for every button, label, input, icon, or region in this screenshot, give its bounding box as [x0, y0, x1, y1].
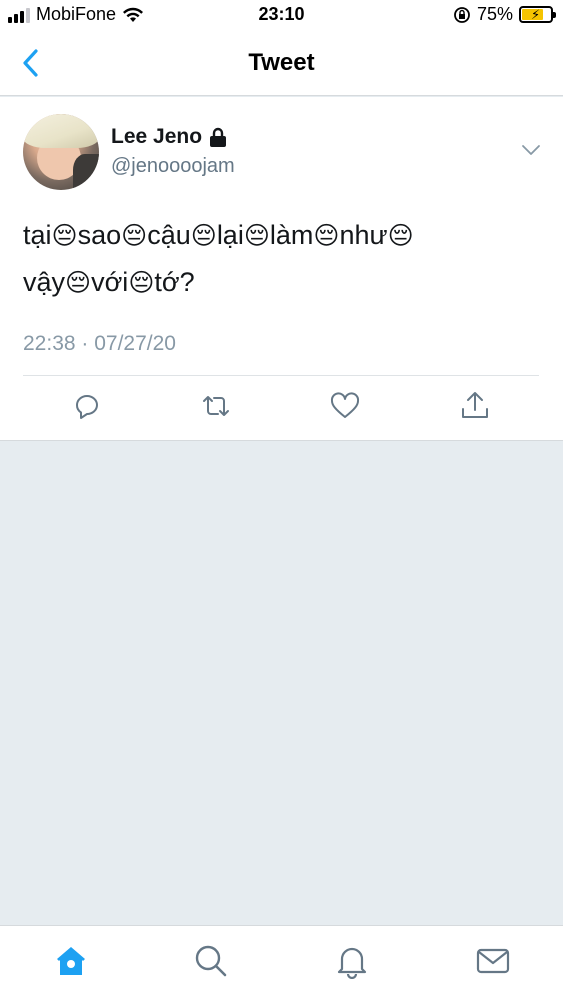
pensive-emoji: 😔: [128, 269, 155, 297]
tweet-card: Lee Jeno @jenoooojam tại😔sao😔cậu😔lại😔làm…: [0, 97, 563, 441]
mail-icon[interactable]: [475, 943, 511, 979]
heart-icon[interactable]: [329, 390, 361, 422]
tweet-word: tớ?: [154, 267, 195, 297]
pensive-emoji: 😔: [121, 222, 148, 250]
retweet-icon[interactable]: [200, 390, 232, 422]
tweet-word: sao: [77, 220, 122, 250]
tweet-word: làm: [269, 220, 314, 250]
tweet-word: lại: [216, 220, 244, 250]
tweet-word: như: [339, 220, 388, 250]
chevron-down-icon[interactable]: [521, 143, 541, 157]
orientation-lock-icon: [454, 6, 470, 23]
pensive-emoji: 😔: [387, 222, 414, 250]
tweet-word: với: [91, 267, 129, 297]
display-name[interactable]: Lee Jeno: [111, 125, 202, 149]
nav-header: Tweet: [0, 30, 563, 96]
tweet-text: tại😔sao😔cậu😔lại😔làm😔như😔 vậy😔với😔tớ?: [23, 212, 543, 306]
home-icon[interactable]: [53, 943, 89, 979]
status-right: 75% ⚡: [453, 4, 556, 25]
tweet-word: cậu: [147, 220, 191, 250]
status-bar: MobiFone 23:10 75% ⚡: [0, 0, 563, 30]
tweet-word: vậy: [23, 267, 66, 297]
pensive-emoji: 😔: [51, 222, 78, 250]
share-icon[interactable]: [459, 390, 491, 422]
tab-bar: [0, 925, 563, 1001]
name-row: Lee Jeno: [111, 125, 228, 149]
lock-icon: [210, 127, 227, 147]
battery-icon: ⚡: [519, 6, 556, 23]
user-handle[interactable]: @jenoooojam: [111, 155, 235, 178]
reply-icon[interactable]: [71, 390, 103, 422]
pensive-emoji: 😔: [313, 222, 340, 250]
battery-percent: 75%: [476, 4, 513, 24]
search-icon[interactable]: [193, 943, 229, 979]
tweet-actions: [0, 376, 563, 440]
pensive-emoji: 😔: [243, 222, 270, 250]
pensive-emoji: 😔: [65, 269, 92, 297]
bell-icon[interactable]: [334, 943, 370, 979]
tweet-word: tại: [23, 220, 52, 250]
tweet-timestamp[interactable]: 22:38 · 07/27/20: [23, 332, 176, 356]
avatar[interactable]: [23, 114, 99, 190]
page-title: Tweet: [248, 49, 315, 76]
pensive-emoji: 😔: [190, 222, 217, 250]
